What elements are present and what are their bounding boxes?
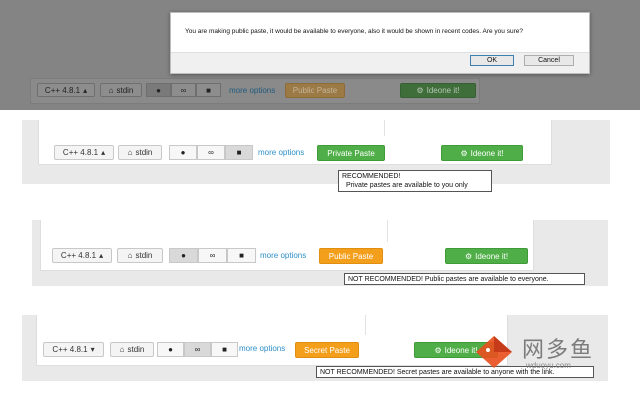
more-options-link[interactable]: more options bbox=[229, 86, 275, 95]
visibility-secret-toggle[interactable]: ∞ bbox=[197, 145, 225, 160]
link-icon: ∞ bbox=[194, 345, 201, 354]
stdin-label: stdin bbox=[127, 345, 145, 354]
language-dropdown[interactable]: C++ 4.8.1 ▴ bbox=[37, 83, 95, 97]
cancel-button[interactable]: Cancel bbox=[524, 55, 574, 66]
paste-visibility-button[interactable]: Public Paste bbox=[319, 248, 383, 264]
screenshot-panel-public-confirm: C++ 4.8.1 ▴ ⌂ stdin ● ∞ ■ more options P… bbox=[0, 0, 640, 110]
visibility-private-toggle[interactable]: ■ bbox=[227, 248, 256, 263]
paste-visibility-button[interactable]: Private Paste bbox=[317, 145, 385, 161]
visibility-tooltip: RECOMMENDED! Private pastes are availabl… bbox=[338, 170, 492, 192]
visibility-secret-toggle[interactable]: ∞ bbox=[171, 83, 196, 97]
editor-divider bbox=[365, 315, 366, 335]
more-options-link[interactable]: more options bbox=[260, 251, 306, 260]
gears-icon: ⚙ bbox=[434, 345, 442, 355]
paste-visibility-button[interactable]: Public Paste bbox=[285, 83, 345, 98]
tooltip-line-1: NOT RECOMMENDED! Public pastes are avail… bbox=[348, 276, 549, 283]
editor-divider bbox=[384, 120, 385, 136]
caret-down-icon: ▾ bbox=[90, 345, 95, 354]
language-label: C++ 4.8.1 bbox=[44, 85, 81, 95]
link-icon: ∞ bbox=[208, 148, 214, 157]
screenshot-panel-public: C++ 4.8.1 ▴ ⌂ stdin ● ∞ ■ more options P… bbox=[32, 220, 608, 286]
stdin-button[interactable]: ⌂ stdin bbox=[118, 145, 162, 160]
stdin-label: stdin bbox=[135, 251, 153, 260]
language-label: C++ 4.8.1 bbox=[60, 251, 97, 260]
globe-icon: ● bbox=[180, 148, 186, 157]
lock-icon: ■ bbox=[206, 85, 211, 95]
visibility-public-toggle[interactable]: ● bbox=[157, 342, 184, 357]
caret-up-icon: ▴ bbox=[101, 148, 106, 157]
watermark-text: 网多鱼 bbox=[522, 338, 595, 363]
globe-icon: ● bbox=[181, 251, 186, 260]
visibility-secret-toggle[interactable]: ∞ bbox=[184, 342, 211, 357]
drive-icon: ⌂ bbox=[108, 85, 114, 95]
visibility-public-toggle[interactable]: ● bbox=[169, 145, 197, 160]
visibility-secret-toggle[interactable]: ∞ bbox=[198, 248, 227, 263]
tooltip-line-2: Private pastes are available to you only bbox=[346, 182, 468, 189]
visibility-tooltip: NOT RECOMMENDED! Public pastes are avail… bbox=[344, 273, 585, 285]
gears-icon: ⚙ bbox=[416, 86, 424, 95]
editor-divider bbox=[387, 220, 388, 242]
ideone-submit-button[interactable]: ⚙ Ideone it! bbox=[441, 145, 523, 161]
gears-icon: ⚙ bbox=[464, 251, 473, 261]
lock-icon: ■ bbox=[236, 148, 242, 157]
gears-icon: ⚙ bbox=[460, 148, 468, 158]
visibility-private-toggle[interactable]: ■ bbox=[196, 83, 221, 97]
watermark-logo: 网多鱼 wduoyu.com bbox=[472, 330, 622, 374]
language-dropdown[interactable]: C++ 4.8.1 ▾ bbox=[43, 342, 104, 357]
stdin-button[interactable]: ⌂ stdin bbox=[110, 342, 154, 357]
caret-up-icon: ▴ bbox=[99, 251, 104, 260]
watermark-url: wduoyu.com bbox=[526, 361, 571, 370]
visibility-public-toggle[interactable]: ● bbox=[169, 248, 198, 263]
globe-icon: ● bbox=[168, 345, 173, 354]
visibility-private-toggle[interactable]: ■ bbox=[211, 342, 238, 357]
submit-label: Ideone it! bbox=[426, 86, 460, 95]
editor-area bbox=[36, 315, 508, 366]
drive-icon: ⌂ bbox=[127, 148, 133, 157]
language-label: C++ 4.8.1 bbox=[62, 148, 99, 157]
tooltip-line-1: RECOMMENDED! bbox=[342, 173, 401, 180]
ideone-submit-button[interactable]: ⚙ Ideone it! bbox=[400, 83, 476, 98]
stdin-label: stdin bbox=[116, 85, 134, 95]
confirm-dialog-message: You are making public paste, it would be… bbox=[185, 28, 523, 35]
globe-icon: ● bbox=[156, 85, 161, 95]
more-options-link[interactable]: more options bbox=[258, 148, 304, 157]
caret-down-icon: ▴ bbox=[83, 85, 88, 95]
language-dropdown[interactable]: C++ 4.8.1 ▴ bbox=[54, 145, 114, 160]
stdin-button[interactable]: ⌂ stdin bbox=[117, 248, 163, 263]
visibility-public-toggle[interactable]: ● bbox=[146, 83, 171, 97]
stdin-button[interactable]: ⌂ stdin bbox=[100, 83, 142, 97]
confirm-dialog: You are making public paste, it would be… bbox=[170, 12, 590, 74]
drive-icon: ⌂ bbox=[127, 251, 133, 260]
language-label: C++ 4.8.1 bbox=[52, 345, 88, 354]
link-icon: ∞ bbox=[209, 251, 216, 260]
fish-logo-icon bbox=[472, 332, 516, 372]
submit-label: Ideone it! bbox=[475, 251, 509, 261]
paste-visibility-button[interactable]: Secret Paste bbox=[295, 342, 359, 358]
visibility-private-toggle[interactable]: ■ bbox=[225, 145, 253, 160]
lock-icon: ■ bbox=[222, 345, 227, 354]
ok-button[interactable]: OK bbox=[470, 55, 514, 66]
language-dropdown[interactable]: C++ 4.8.1 ▴ bbox=[52, 248, 112, 263]
link-icon: ∞ bbox=[180, 85, 187, 95]
ideone-submit-button[interactable]: ⚙ Ideone it! bbox=[445, 248, 528, 264]
stdin-label: stdin bbox=[135, 148, 153, 157]
more-options-link[interactable]: more options bbox=[239, 344, 285, 353]
drive-icon: ⌂ bbox=[119, 345, 125, 354]
lock-icon: ■ bbox=[239, 251, 244, 260]
screenshot-panel-private: C++ 4.8.1 ▴ ⌂ stdin ● ∞ ■ more options P… bbox=[22, 120, 610, 192]
submit-label: Ideone it! bbox=[470, 148, 504, 158]
